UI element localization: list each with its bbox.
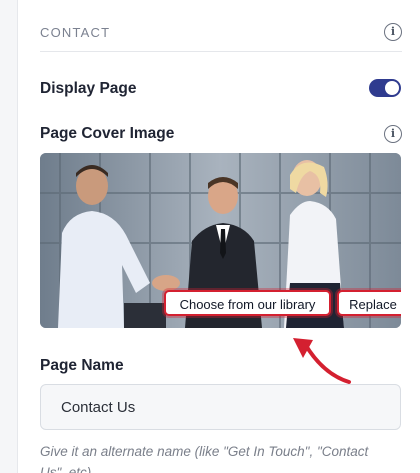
section-title: CONTACT: [40, 25, 111, 40]
replace-image-button[interactable]: Replace: [337, 290, 401, 316]
page-name-label: Page Name: [40, 357, 124, 374]
cover-image-label: Page Cover Image: [40, 125, 175, 142]
display-page-toggle[interactable]: [369, 79, 401, 97]
info-icon[interactable]: i: [384, 125, 402, 143]
annotation-arrow-icon: [293, 338, 351, 384]
settings-panel: CONTACT i Display Page Page Cover Image …: [18, 0, 420, 473]
page-name-helper-text: Give it an alternate name (like "Get In …: [40, 444, 369, 473]
display-page-label: Display Page: [40, 80, 137, 97]
cover-image-preview: Choose from our library Replace: [40, 153, 401, 328]
left-sidebar-edge: [0, 0, 18, 473]
page-name-input[interactable]: [40, 384, 401, 430]
toggle-knob: [385, 81, 399, 95]
info-icon[interactable]: i: [384, 23, 402, 41]
section-header: CONTACT i: [40, 22, 402, 52]
choose-from-library-button[interactable]: Choose from our library: [164, 290, 331, 316]
